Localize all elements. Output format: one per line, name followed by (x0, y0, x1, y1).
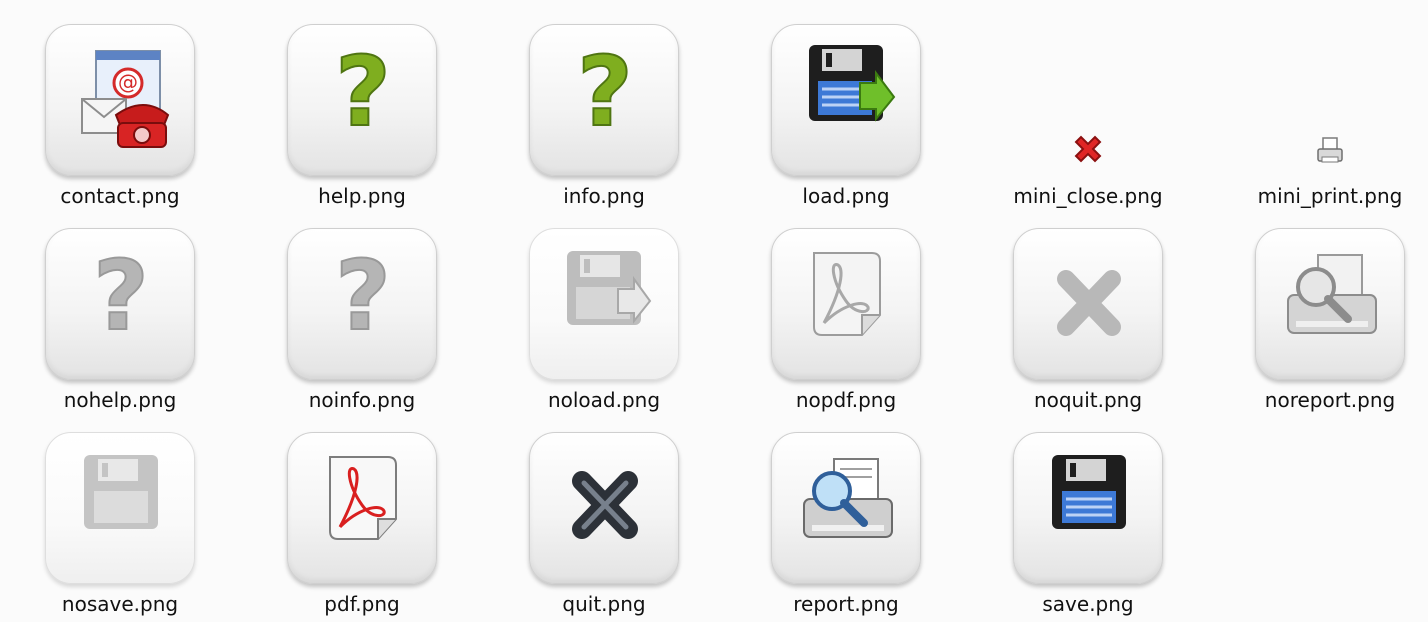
thumbnail (529, 432, 679, 584)
file-item-nohelp[interactable]: ? nohelp.png (15, 228, 225, 428)
nopdf-icon (813, 252, 881, 336)
thumbnail: ? (45, 228, 195, 380)
svg-text:?: ? (93, 240, 149, 352)
svg-text:?: ? (577, 36, 633, 148)
file-item-noinfo[interactable]: ? noinfo.png (257, 228, 467, 428)
file-item-mini-close[interactable]: mini_close.png (983, 24, 1193, 224)
thumbnail (771, 432, 921, 584)
file-name: mini_print.png (1257, 184, 1403, 208)
thumbnail (529, 228, 679, 380)
file-name: report.png (793, 592, 899, 616)
file-name: load.png (802, 184, 890, 208)
file-item-save[interactable]: save.png (983, 432, 1193, 622)
file-item-report[interactable]: report.png (741, 432, 951, 622)
noquit-icon (1057, 270, 1121, 336)
report-icon (803, 458, 893, 538)
svg-text:@: @ (118, 70, 138, 94)
file-name: mini_close.png (1013, 184, 1163, 208)
file-icon-grid: @ contact.png ? help.png ? info.png load… (0, 0, 1428, 622)
thumbnail (45, 432, 195, 584)
file-item-pdf[interactable]: pdf.png (257, 432, 467, 622)
thumbnail: ? (529, 24, 679, 176)
thumbnail: ? (287, 24, 437, 176)
file-item-noquit[interactable]: noquit.png (983, 228, 1193, 428)
nosave-icon (84, 455, 158, 529)
file-item-help[interactable]: ? help.png (257, 24, 467, 224)
mini-print-icon (1317, 137, 1343, 163)
file-name: help.png (318, 184, 406, 208)
save-icon (1052, 455, 1126, 529)
pdf-icon (329, 456, 397, 540)
mini-close-icon (1074, 135, 1102, 163)
file-name: quit.png (562, 592, 646, 616)
thumbnail (287, 432, 437, 584)
file-name: noinfo.png (308, 388, 416, 412)
file-item-mini-print[interactable]: mini_print.png (1225, 24, 1428, 224)
file-item-info[interactable]: ? info.png (499, 24, 709, 224)
file-name: contact.png (60, 184, 180, 208)
file-item-nopdf[interactable]: nopdf.png (741, 228, 951, 428)
file-name: save.png (1042, 592, 1134, 616)
help-icon: ? (334, 35, 392, 149)
thumbnail (1013, 228, 1163, 380)
file-name: noload.png (547, 388, 661, 412)
noload-icon (567, 251, 652, 325)
thumbnail (771, 228, 921, 380)
load-icon (809, 45, 896, 122)
svg-text:?: ? (335, 240, 391, 352)
file-item-quit[interactable]: quit.png (499, 432, 709, 622)
file-name: noquit.png (1033, 388, 1143, 412)
info-icon: ? (576, 35, 634, 149)
thumbnail: @ (45, 24, 195, 176)
file-name: nosave.png (61, 592, 179, 616)
file-name: pdf.png (324, 592, 400, 616)
thumbnail (1013, 432, 1163, 584)
file-name: nopdf.png (795, 388, 897, 412)
quit-icon (572, 471, 638, 539)
file-item-load[interactable]: load.png (741, 24, 951, 224)
contact-icon: @ (81, 50, 170, 148)
noinfo-icon: ? (334, 239, 392, 353)
file-item-noload[interactable]: noload.png (499, 228, 709, 428)
file-name: info.png (563, 184, 645, 208)
file-name: noreport.png (1264, 388, 1396, 412)
file-name: nohelp.png (63, 388, 177, 412)
file-item-contact[interactable]: @ contact.png (15, 24, 225, 224)
thumbnail: ? (287, 228, 437, 380)
thumbnail (771, 24, 921, 176)
thumbnail (1255, 228, 1405, 380)
file-item-noreport[interactable]: noreport.png (1225, 228, 1428, 428)
nohelp-icon: ? (92, 239, 150, 353)
svg-text:?: ? (335, 36, 391, 148)
file-item-nosave[interactable]: nosave.png (15, 432, 225, 622)
noreport-icon (1287, 254, 1377, 334)
